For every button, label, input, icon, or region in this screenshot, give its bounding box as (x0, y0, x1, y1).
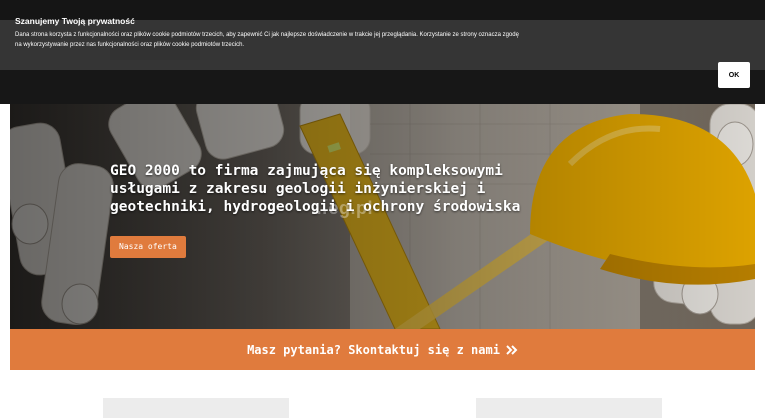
hero-banner: GEO 2000 to firma zajmująca się kompleks… (10, 104, 755, 329)
contact-cta-bar[interactable]: Masz pytania? Skontaktuj się z nami (10, 329, 755, 370)
cookie-consent-banner: Szanujemy Twoją prywatność Dana strona k… (0, 0, 765, 104)
our-offer-button[interactable]: Nasza oferta (110, 236, 186, 258)
watermark: …eg.pl (310, 198, 374, 218)
service-card[interactable] (103, 398, 289, 418)
cookie-title: Szanujemy Twoją prywatność (15, 16, 135, 26)
contact-cta-label: Masz pytania? Skontaktuj się z nami (247, 342, 500, 357)
service-card[interactable] (476, 398, 662, 418)
cookie-ok-button[interactable]: OK (718, 62, 750, 88)
cookie-description: Dana strona korzysta z funkcjonalności o… (15, 32, 519, 48)
hero-background-image (10, 104, 755, 329)
double-chevron-right-icon (506, 344, 518, 355)
